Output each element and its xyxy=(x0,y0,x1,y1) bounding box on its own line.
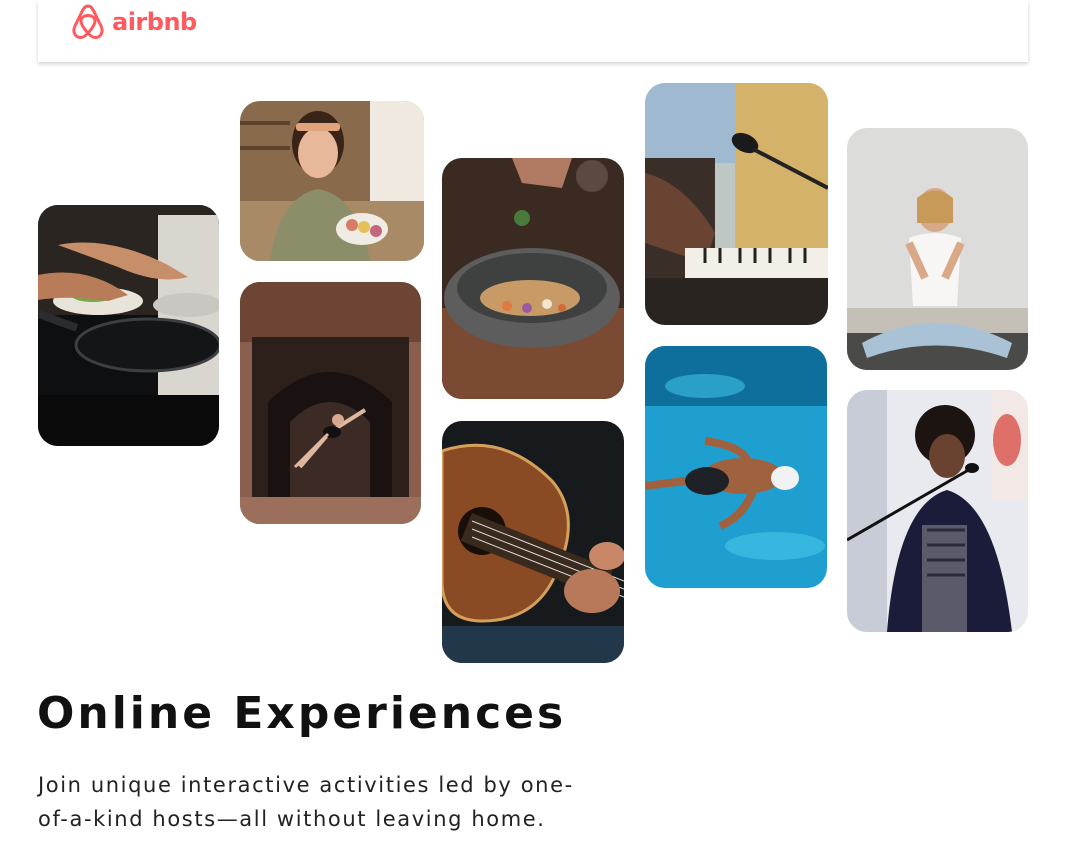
meditation-yoga-photo xyxy=(847,128,1028,370)
mortar-bowl-image xyxy=(442,158,624,399)
page-title: Online Experiences xyxy=(37,688,567,739)
macaron-baker-image xyxy=(240,101,424,261)
airbnb-logo-text: airbnb xyxy=(112,8,197,36)
singer-image xyxy=(847,390,1028,632)
cooking-pan-image xyxy=(38,205,219,446)
yoga-meditation-image xyxy=(847,128,1028,370)
guitar-image xyxy=(442,421,624,663)
keyboard-microphone-photo xyxy=(645,83,828,325)
stone-bowl-food-photo xyxy=(442,158,624,399)
ballet-dancer-image xyxy=(240,282,421,524)
swimmer-image xyxy=(645,346,827,588)
airbnb-logo-link[interactable]: airbnb xyxy=(70,0,197,44)
swimmer-pool-photo xyxy=(645,346,827,588)
page-subtitle: Join unique interactive activities led b… xyxy=(38,773,574,831)
macaron-host-photo xyxy=(240,101,424,261)
cooking-class-photo xyxy=(38,205,219,446)
singer-microphone-photo xyxy=(847,390,1028,632)
acoustic-guitar-photo xyxy=(442,421,624,663)
top-navbar: airbnb xyxy=(38,0,1028,62)
dancer-doorway-photo xyxy=(240,282,421,524)
airbnb-belo-icon xyxy=(72,4,104,40)
piano-microphone-image xyxy=(645,83,828,325)
